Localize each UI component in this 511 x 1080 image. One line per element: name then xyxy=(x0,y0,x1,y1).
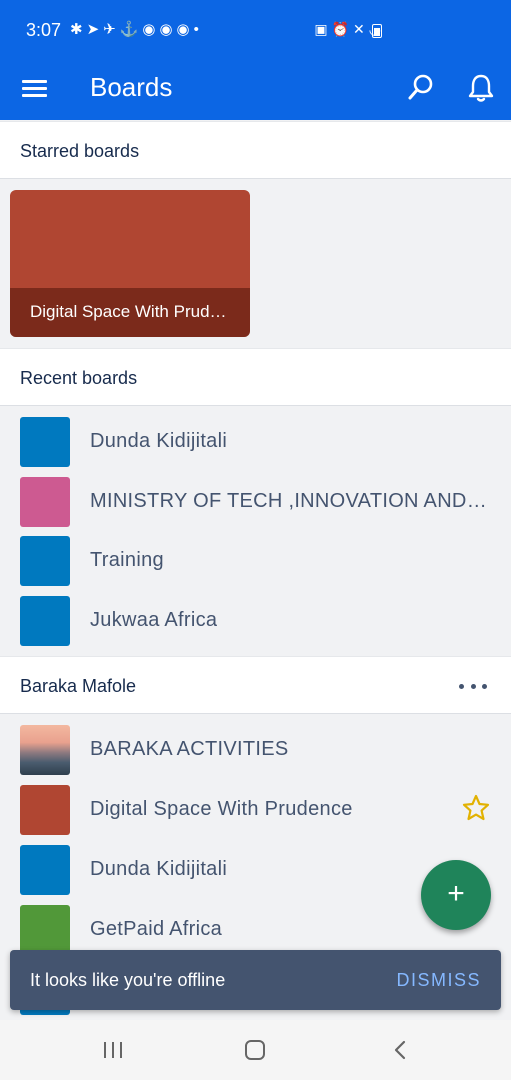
add-board-button[interactable]: + xyxy=(421,860,491,930)
recent-apps-icon[interactable] xyxy=(104,1042,122,1058)
board-color-swatch xyxy=(20,477,70,527)
board-name: Digital Space With Prudence xyxy=(90,798,353,820)
workspace-board-item[interactable]: Digital Space With Prudence xyxy=(0,780,511,840)
plus-icon: + xyxy=(447,877,465,910)
board-color-swatch xyxy=(20,785,70,835)
board-color-swatch xyxy=(20,905,70,955)
bell-icon[interactable] xyxy=(466,72,496,104)
board-color-swatch xyxy=(20,417,70,467)
back-icon[interactable] xyxy=(390,1040,410,1060)
recent-board-item[interactable]: Training xyxy=(0,531,511,591)
battery-icon xyxy=(372,24,382,38)
recent-board-item[interactable]: Jukwaa Africa xyxy=(0,591,511,651)
board-photo-thumbnail xyxy=(20,725,70,775)
section-title: Starred boards xyxy=(20,141,140,161)
recent-board-item[interactable]: MINISTRY OF TECH ,INNOVATION AND COMMUNI… xyxy=(0,472,511,532)
snackbar-message: It looks like you're offline xyxy=(30,970,226,990)
starred-boards-header: Starred boards xyxy=(0,121,511,179)
board-color-swatch xyxy=(20,596,70,646)
more-options-icon[interactable] xyxy=(459,677,487,695)
status-bar: 3:07 ✱➤✈⚓◉◉◉• ▣⏰✕◡ xyxy=(0,0,511,60)
system-navigation-bar xyxy=(0,1020,511,1080)
board-name: Training xyxy=(90,549,164,571)
workspace-title: Baraka Mafole xyxy=(20,676,137,696)
page-title: Boards xyxy=(90,72,173,102)
recent-boards-header: Recent boards xyxy=(0,348,511,406)
board-name: MINISTRY OF TECH ,INNOVATION AND COMMUNI… xyxy=(90,490,490,512)
board-color-swatch xyxy=(20,536,70,586)
dismiss-button[interactable]: DISMISS xyxy=(396,970,481,991)
status-time: 3:07 xyxy=(26,20,62,40)
offline-snackbar: It looks like you're offline DISMISS xyxy=(10,950,501,1010)
card-footer: Digital Space With Prudence xyxy=(10,288,250,337)
starred-board-card[interactable]: Digital Space With Prudence xyxy=(10,190,250,337)
board-name: Jukwaa Africa xyxy=(90,609,218,631)
notification-icons: ✱➤✈⚓◉◉◉• xyxy=(70,21,203,38)
card-title: Digital Space With Prudence xyxy=(30,302,235,321)
home-icon[interactable] xyxy=(245,1040,265,1060)
recent-board-item[interactable]: Dunda Kidijitali xyxy=(0,412,511,472)
board-name: BARAKA ACTIVITIES xyxy=(90,738,289,760)
board-name: Dunda Kidijitali xyxy=(90,430,228,452)
app-bar: Boards xyxy=(0,60,511,120)
search-icon[interactable] xyxy=(406,72,436,104)
workspace-board-item[interactable]: BARAKA ACTIVITIES xyxy=(0,720,511,780)
star-icon[interactable] xyxy=(462,794,490,822)
section-title: Recent boards xyxy=(20,368,138,388)
workspace-header: Baraka Mafole xyxy=(0,656,511,714)
board-color-swatch xyxy=(20,845,70,895)
menu-icon[interactable] xyxy=(22,78,48,100)
